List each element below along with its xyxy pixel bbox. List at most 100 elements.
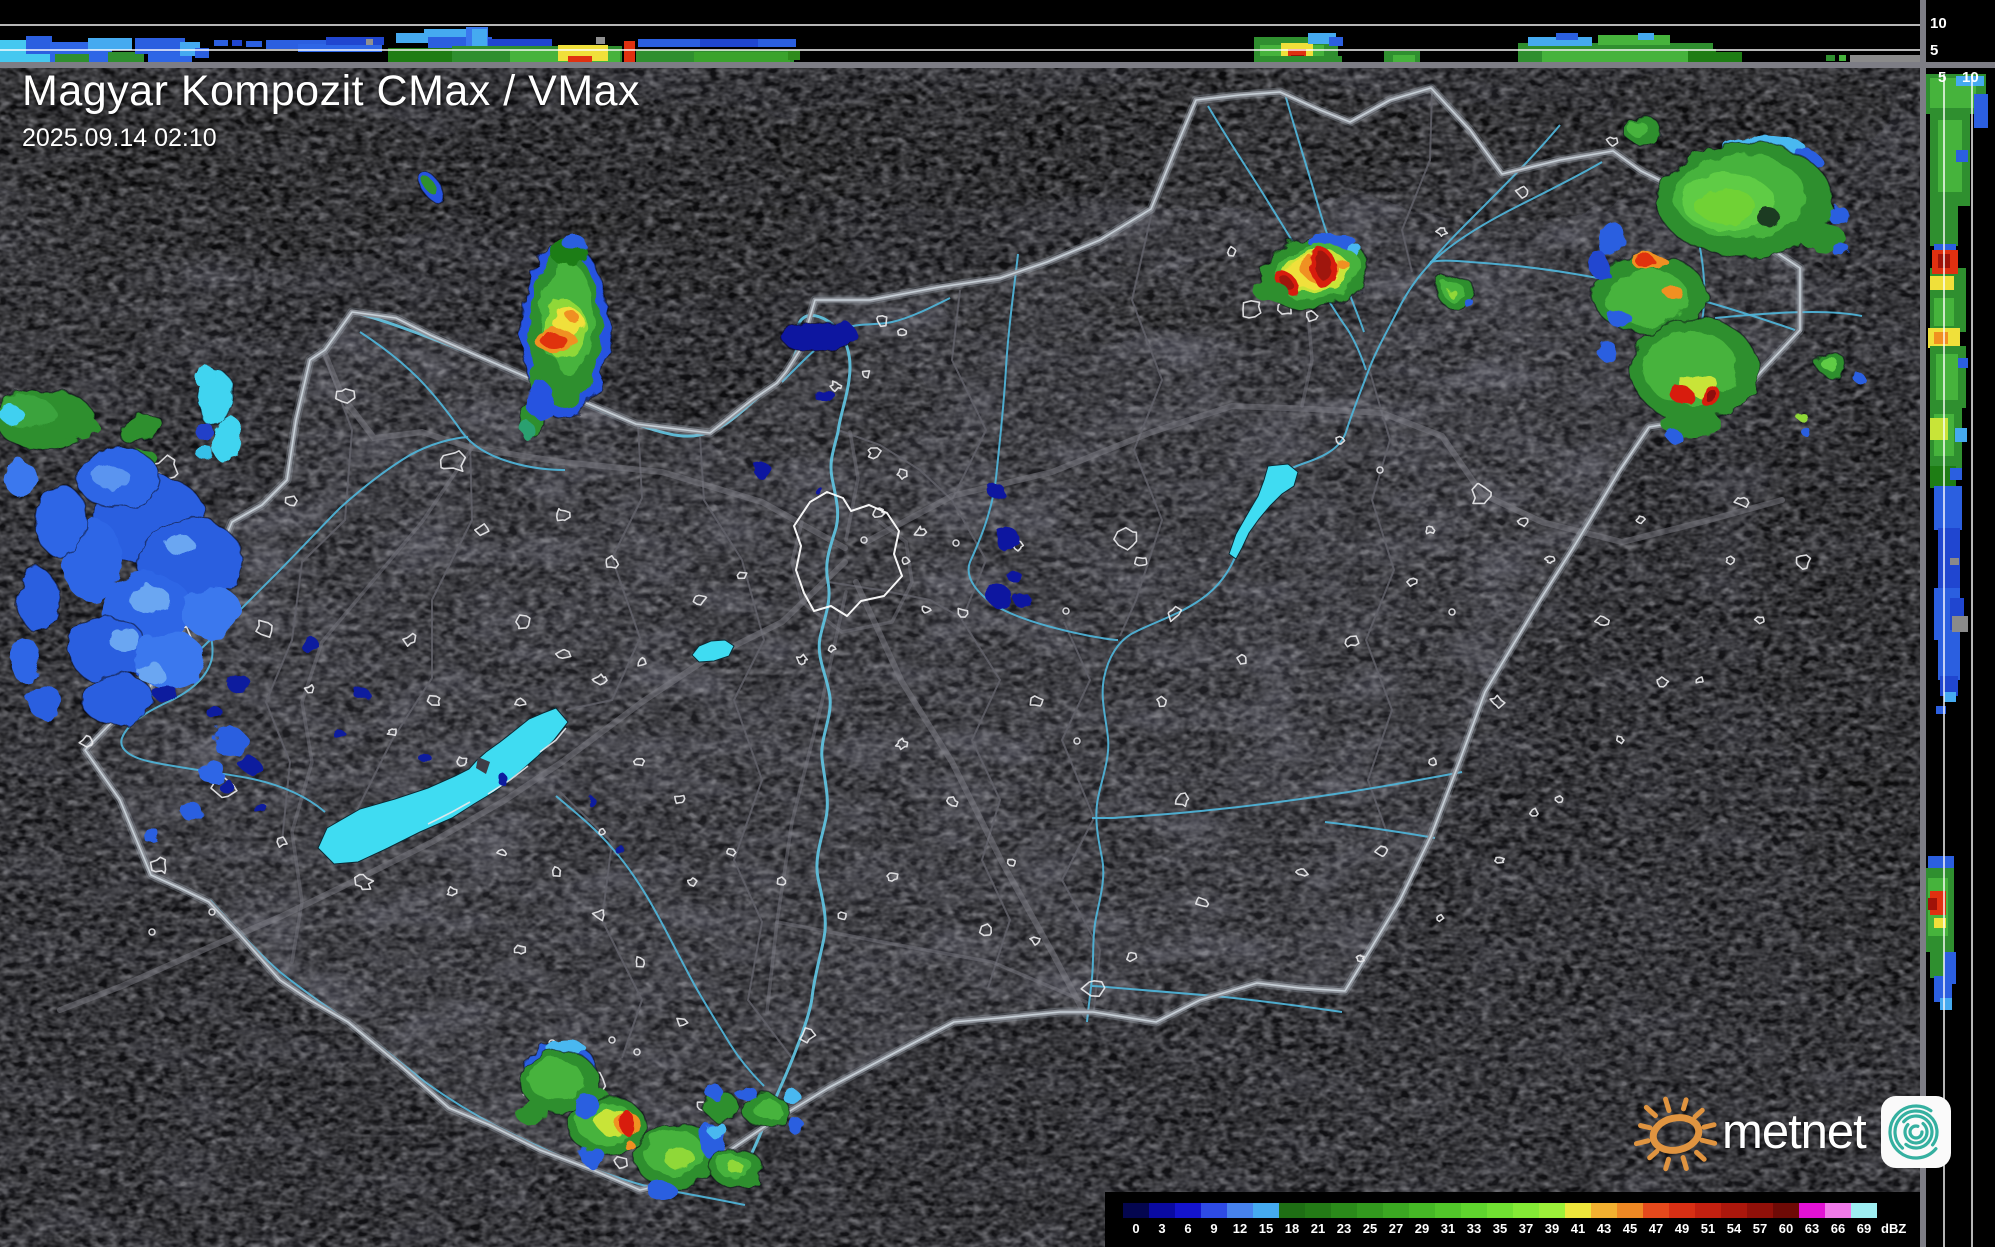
legend-value: 12 [1232,1221,1248,1236]
strip-echo [694,52,790,62]
echo-blob [647,1182,677,1200]
echo-blob [834,324,856,340]
echo-blob [515,1099,549,1125]
echo-blob [33,483,87,557]
strip-echo [1542,51,1697,62]
sun-ray [1701,1122,1717,1130]
echo-blob [130,585,170,615]
echo-blob [621,1112,635,1136]
strip-echo [1712,52,1742,62]
legend-swatch [1643,1203,1669,1218]
echo-blob [136,662,164,682]
echo-blob [567,312,579,322]
legend-value: 9 [1210,1221,1218,1236]
legend-value: 18 [1284,1221,1300,1236]
echo-blob [300,638,320,652]
echo-blob [195,424,215,440]
echo-blob [17,567,59,633]
echo-blob [986,483,1004,497]
radar-map: 1055 10 [0,0,1995,1247]
legend-step: 41 [1565,1203,1591,1236]
legend-step: 45 [1617,1203,1643,1236]
strip-echo [1940,998,1952,1010]
legend-swatch [1149,1203,1175,1218]
echo-blob [4,460,36,496]
echo-blob [419,753,431,763]
legend-step: 60 [1773,1203,1799,1236]
metnet-app-icon [1880,1096,1951,1168]
strip-echo [1930,418,1948,440]
legend-value: 27 [1388,1221,1404,1236]
echo-blob [541,333,567,349]
legend-swatch [1591,1203,1617,1218]
echo-blob [218,780,234,792]
echo-blob [109,628,141,652]
echo-blob [1635,255,1655,267]
echo-blob [143,829,161,843]
echo-blob [1254,281,1288,303]
strip-echo [232,40,242,46]
legend-value: 15 [1258,1221,1274,1236]
echo-blob [67,616,149,684]
legend-step: 23 [1331,1203,1357,1236]
legend-step: 6 [1175,1203,1201,1236]
legend-value: 37 [1518,1221,1534,1236]
echo-blob [1832,243,1850,257]
legend-step: 35 [1487,1203,1513,1236]
legend-swatch [1565,1203,1591,1218]
echo-blob [995,527,1019,551]
legend-swatch [1123,1203,1149,1218]
echo-blob [575,1091,597,1121]
echo-blob [1663,284,1681,298]
strip-echo [1955,428,1967,442]
echo-blob [814,486,822,494]
legend-step: 54 [1721,1203,1747,1236]
legend-swatch [1331,1203,1357,1218]
echo-blob [27,686,63,718]
legend-step: 47 [1643,1203,1669,1236]
legend-swatch [1513,1203,1539,1218]
strip-echo [88,38,132,50]
dbz-legend: 0 3 6 9 12 15 18 21 23 25 27 29 31 33 35 37 39 41 43 45 47 49… [1105,1192,1920,1247]
strip-echo [700,39,762,47]
legend-swatch [1409,1203,1435,1218]
legend-step: 66 [1825,1203,1851,1236]
legend-value: 51 [1700,1221,1716,1236]
legend-value: 31 [1440,1221,1456,1236]
echo-blob [728,1162,744,1174]
sun-ray [1663,1156,1672,1172]
legend-value: 54 [1726,1221,1742,1236]
legend-value: 3 [1158,1221,1166,1236]
legend-value: 35 [1492,1221,1508,1236]
echo-blob [527,380,553,420]
echo-blob [166,535,194,555]
echo-blob [9,638,41,682]
legend-value: 41 [1570,1221,1586,1236]
echo-blob [787,1119,805,1133]
legend-step: 43 [1591,1203,1617,1236]
echo-blob [813,387,833,401]
legend-swatch [1305,1203,1331,1218]
legend-value: 21 [1310,1221,1326,1236]
strip-echo [1930,276,1954,290]
strip-echo [1256,56,1342,62]
legend-swatch [1201,1203,1227,1218]
echo-blob [1704,390,1718,402]
echo-blob [181,803,203,821]
echo-blob [1801,428,1811,436]
legend-swatch [1747,1203,1773,1218]
strip-echo [1688,49,1716,62]
echo-blob [94,466,130,490]
sun-ray [1643,1104,1658,1119]
legend-step: 3 [1149,1203,1175,1236]
legend-value: 49 [1674,1221,1690,1236]
strip-echo [1839,55,1846,61]
echo-blob [1599,221,1625,259]
corner-label-5km: 5 [1930,42,1938,59]
legend-value: 0 [1132,1221,1140,1236]
legend-unit: dBZ [1881,1221,1907,1236]
strip-echo [366,39,373,45]
legend-swatch [1695,1203,1721,1218]
strip-echo [1956,150,1968,162]
legend-step: 27 [1383,1203,1409,1236]
